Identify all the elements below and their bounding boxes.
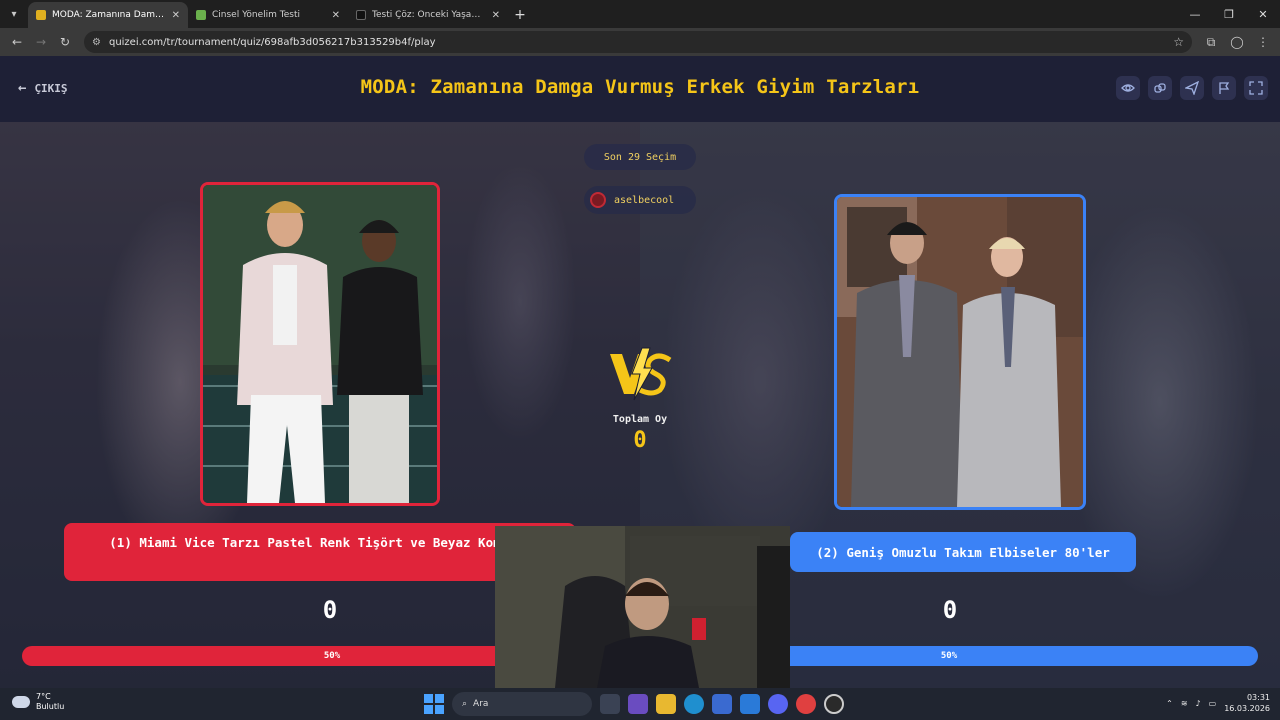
avatar [590,192,606,208]
option-right-percent: 50% [940,651,958,661]
taskbar-search[interactable]: ⌕ Ara [452,692,592,716]
weather-text: Bulutlu [36,702,65,711]
close-icon[interactable]: ✕ [492,10,500,21]
date: 16.03.2026 [1224,704,1270,713]
weather-widget[interactable]: 7°C Bulutlu [12,692,64,712]
webcam-video [495,526,790,688]
address-bar[interactable]: ⚙ quizei.com/tr/tournament/quiz/698afb3d… [84,31,1192,53]
volume-icon[interactable]: ♪ [1196,699,1201,708]
store-icon[interactable] [712,694,732,714]
link-icon[interactable] [1148,76,1172,100]
extensions-icon[interactable]: ⧉ [1200,31,1222,53]
cloud-icon [12,696,30,708]
tab-active[interactable]: MODA: Zamanına Damga Vurmu ✕ [28,2,188,28]
browser-tabbar: ▾ MODA: Zamanına Damga Vurmu ✕ Cinsel Yö… [0,0,1280,28]
url-text: quizei.com/tr/tournament/quiz/698afb3d05… [108,36,436,48]
send-icon[interactable] [1180,76,1204,100]
windows-start-icon[interactable] [424,694,444,714]
system-tray: ⌃ ≋ ♪ ▭ 03:31 16.03.2026 [1166,692,1270,714]
mail-icon[interactable] [740,694,760,714]
exit-button[interactable]: ← ÇIKIŞ [18,80,68,96]
close-window-button[interactable]: ✕ [1246,0,1280,28]
menu-icon[interactable]: ⋮ [1252,31,1274,53]
eighties-suits-photo [837,197,1083,507]
tab-search-button[interactable]: ▾ [0,0,28,28]
window-controls: — ❐ ✕ [1178,0,1280,28]
eye-icon[interactable] [1116,76,1140,100]
close-icon[interactable]: ✕ [332,10,340,21]
webcam-overlay [495,526,790,688]
option-left-percent: 50% [323,651,341,661]
quizei-favicon-icon [36,10,46,20]
quiz-favicon-icon [356,10,366,20]
fullscreen-icon[interactable] [1244,76,1268,100]
task-view-icon[interactable] [600,694,620,714]
user-badge[interactable]: aselbecool [584,186,696,214]
temperature: 7°C [36,692,51,701]
header-actions [1116,76,1268,100]
clock[interactable]: 03:31 16.03.2026 [1224,692,1270,714]
wifi-icon[interactable]: ≋ [1181,699,1188,708]
time: 03:31 [1246,693,1270,702]
page-title: MODA: Zamanına Damga Vurmuş Erkek Giyim … [360,76,920,98]
close-icon[interactable]: ✕ [172,10,180,21]
round-badge: Son 29 Seçim [584,144,696,170]
new-tab-button[interactable]: + [508,2,532,28]
browser-toolbar: ← → ↻ ⚙ quizei.com/tr/tournament/quiz/69… [0,28,1280,56]
obs-icon[interactable] [824,694,844,714]
option-left-score: 0 [322,596,338,624]
battery-icon[interactable]: ▭ [1209,699,1217,708]
tab-title: MODA: Zamanına Damga Vurmu [52,10,166,20]
windows-taskbar: 7°C Bulutlu ⌕ Ara ⌃ ≋ ♪ ▭ 03:31 16.03.20… [0,688,1280,720]
tab[interactable]: Cinsel Yönelim Testi ✕ [188,2,348,28]
chevron-up-icon[interactable]: ⌃ [1166,699,1173,708]
flag-icon[interactable] [1212,76,1236,100]
option-right-score: 0 [942,596,958,624]
exit-label: ÇIKIŞ [34,81,68,95]
username: aselbecool [614,194,675,206]
bookmark-star-icon[interactable]: ☆ [1173,35,1184,49]
chrome-icon[interactable] [796,694,816,714]
total-votes-value: 0 [633,428,647,453]
back-button[interactable]: ← [6,31,28,53]
arrow-left-icon: ← [18,80,27,96]
option-left-image[interactable] [200,182,440,506]
screen: ▾ MODA: Zamanına Damga Vurmu ✕ Cinsel Yö… [0,0,1280,720]
file-explorer-icon[interactable] [656,694,676,714]
tab[interactable]: Testi Çöz: Önceki Yaşamındaki ✕ [348,2,508,28]
reload-button[interactable]: ↻ [54,31,76,53]
taskbar-apps: ⌕ Ara [424,692,844,716]
miami-vice-photo [203,185,437,503]
option-right-image[interactable] [834,194,1086,510]
search-icon: ⌕ [462,699,468,709]
quiz-header: ← ÇIKIŞ MODA: Zamanına Damga Vurmuş Erke… [0,56,1280,122]
site-info-icon[interactable]: ⚙ [92,37,101,48]
quiz-favicon-icon [196,10,206,20]
quiz-page: ← ÇIKIŞ MODA: Zamanına Damga Vurmuş Erke… [0,56,1280,688]
discord-icon[interactable] [768,694,788,714]
tab-title: Cinsel Yönelim Testi [212,10,300,20]
option-right-label[interactable]: (2) Geniş Omuzlu Takım Elbiseler 80'ler [790,532,1136,572]
copilot-icon[interactable] [628,694,648,714]
tab-title: Testi Çöz: Önceki Yaşamındaki [372,10,486,20]
minimize-button[interactable]: — [1178,0,1212,28]
profile-icon[interactable]: ◯ [1226,31,1248,53]
search-placeholder: Ara [473,699,489,709]
vs-lightning-icon [610,347,672,401]
edge-icon[interactable] [684,694,704,714]
restore-button[interactable]: ❐ [1212,0,1246,28]
forward-button[interactable]: → [30,31,52,53]
total-votes-label: Toplam Oy [612,414,668,425]
